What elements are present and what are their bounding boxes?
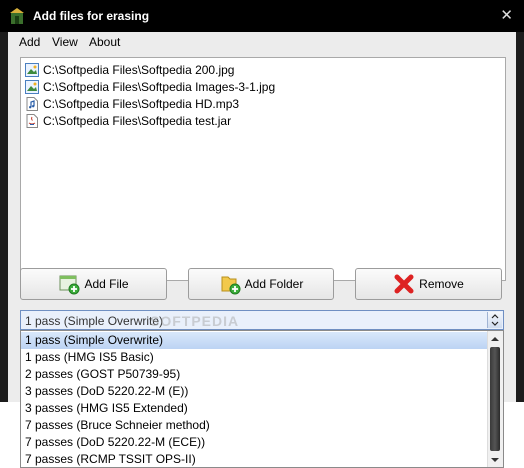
file-path: C:\Softpedia Files\Softpedia test.jar — [43, 114, 232, 128]
scroll-down-icon[interactable] — [490, 455, 500, 465]
dropdown-option[interactable]: 3 passes (HMG IS5 Extended) — [21, 400, 488, 417]
scrollbar-thumb[interactable] — [490, 347, 500, 451]
menu-view[interactable]: View — [52, 35, 78, 49]
add-file-icon — [59, 275, 80, 295]
image-file-icon — [25, 80, 39, 94]
list-item[interactable]: C:\Softpedia Files\Softpedia test.jar — [25, 113, 231, 129]
image-file-icon — [25, 63, 39, 77]
dropdown-option[interactable]: 7 passes (Bruce Schneier method) — [21, 417, 488, 434]
chevron-updown-icon — [491, 314, 499, 326]
erase-method-dropdown[interactable]: 1 pass (Simple Overwrite) 1 pass (HMG IS… — [20, 330, 504, 468]
scroll-up-icon[interactable] — [490, 334, 500, 344]
audio-file-icon — [26, 97, 38, 111]
dropdown-scrollbar[interactable] — [487, 331, 503, 467]
app-icon — [10, 8, 24, 24]
dropdown-option[interactable]: 2 passes (GOST P50739-95) — [21, 366, 488, 383]
add-folder-icon — [221, 276, 241, 295]
add-folder-button[interactable]: Add Folder — [188, 268, 334, 300]
java-file-icon — [26, 114, 38, 128]
dropdown-option[interactable]: 1 pass (HMG IS5 Basic) — [21, 349, 488, 366]
window-title: Add files for erasing — [33, 9, 150, 23]
combo-selected-value: 1 pass (Simple Overwrite) — [25, 314, 164, 328]
add-file-label: Add File — [84, 277, 129, 291]
file-path: C:\Softpedia Files\Softpedia HD.mp3 — [43, 97, 240, 111]
dropdown-option[interactable]: 7 passes (RCMP TSSIT OPS-II) — [21, 451, 488, 467]
add-file-button[interactable]: Add File — [20, 268, 167, 300]
close-icon[interactable]: ✕ — [500, 8, 513, 23]
softpedia-watermark: SOFTPEDIA — [150, 313, 240, 329]
list-item[interactable]: C:\Softpedia Files\Softpedia Images-3-1.… — [25, 79, 275, 95]
dropdown-option[interactable]: 3 passes (DoD 5220.22-M (E)) — [21, 383, 488, 400]
menu-add[interactable]: Add — [19, 35, 40, 49]
list-item[interactable]: C:\Softpedia Files\Softpedia 200.jpg — [25, 62, 234, 78]
dropdown-option[interactable]: 1 pass (Simple Overwrite) — [21, 332, 488, 349]
combo-dropdown-button[interactable] — [487, 312, 502, 328]
erase-method-combo[interactable]: 1 pass (Simple Overwrite) — [20, 310, 504, 330]
file-path: C:\Softpedia Files\Softpedia 200.jpg — [43, 63, 235, 77]
title-bar[interactable]: Add files for erasing ✕ — [0, 0, 524, 32]
menu-about[interactable]: About — [89, 35, 120, 49]
add-folder-label: Add Folder — [244, 277, 304, 291]
list-item[interactable]: C:\Softpedia Files\Softpedia HD.mp3 — [25, 96, 239, 112]
menu-bar: Add View About — [8, 32, 516, 52]
dropdown-option[interactable]: 7 passes (DoD 5220.22-M (ECE)) — [21, 434, 488, 451]
file-path: C:\Softpedia Files\Softpedia Images-3-1.… — [43, 80, 276, 94]
remove-label: Remove — [419, 277, 464, 291]
red-x-icon — [394, 274, 414, 294]
remove-button[interactable]: Remove — [355, 268, 502, 300]
file-list[interactable]: C:\Softpedia Files\Softpedia 200.jpg C:\… — [20, 57, 506, 281]
